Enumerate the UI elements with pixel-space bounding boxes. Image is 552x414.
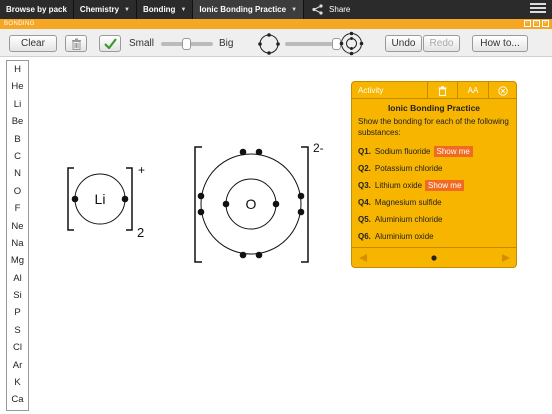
lithium-count: 2 <box>137 225 144 240</box>
lithium-ion[interactable]: Li + 2 <box>67 163 145 240</box>
text-size-label: AA <box>467 86 479 95</box>
question-2: Q2. Potassium chloride <box>358 160 510 177</box>
activity-panel: Activity AA Ionic Bonding Practice Show … <box>351 81 517 268</box>
lithium-charge: + <box>138 163 145 177</box>
page-dot-icon <box>431 255 437 261</box>
activity-close-button[interactable] <box>488 82 517 99</box>
activity-tab[interactable]: Activity <box>352 86 427 95</box>
question-number: Q4. <box>358 198 371 207</box>
question-text: Aluminium chloride <box>374 215 443 224</box>
next-arrow-icon[interactable] <box>501 253 511 263</box>
question-number: Q1. <box>358 147 371 156</box>
activity-trash-button[interactable] <box>427 82 457 99</box>
oxygen-charge: 2- <box>313 141 324 155</box>
show-me-button[interactable]: Show me <box>433 146 473 157</box>
activity-heading: Ionic Bonding Practice <box>387 103 481 113</box>
oxygen-symbol: O <box>246 196 257 212</box>
question-text: Aluminium oxide <box>374 232 434 241</box>
close-circle-icon <box>498 85 508 96</box>
question-4: Q4. Magnesium sulfide <box>358 194 510 211</box>
text-size-button[interactable]: AA <box>457 82 488 99</box>
question-6: Q6. Aluminium oxide <box>358 228 510 245</box>
activity-intro: Show the bonding for each of the followi… <box>358 117 509 137</box>
activity-body: Ionic Bonding Practice Show the bonding … <box>352 99 516 249</box>
question-3: Q3. Lithium oxide Show me <box>358 177 510 194</box>
question-text: Potassium chloride <box>374 164 443 173</box>
oxide-ion[interactable]: O 2- <box>194 141 324 263</box>
question-number: Q5. <box>358 215 371 224</box>
lithium-symbol: Li <box>95 191 106 207</box>
show-me-button[interactable]: Show me <box>425 180 465 191</box>
trash-icon <box>438 85 447 96</box>
question-number: Q2. <box>358 164 371 173</box>
question-number: Q6. <box>358 232 371 241</box>
previous-arrow-icon[interactable] <box>358 253 368 263</box>
question-1: Q1. Sodium fluoride Show me <box>358 143 510 160</box>
activity-header: Activity AA <box>352 82 516 99</box>
activity-footer <box>352 247 516 267</box>
question-text: Lithium oxide <box>374 181 423 190</box>
question-number: Q3. <box>358 181 371 190</box>
question-text: Magnesium sulfide <box>374 198 442 207</box>
question-5: Q5. Aluminium chloride <box>358 211 510 228</box>
question-text: Sodium fluoride <box>374 147 431 156</box>
